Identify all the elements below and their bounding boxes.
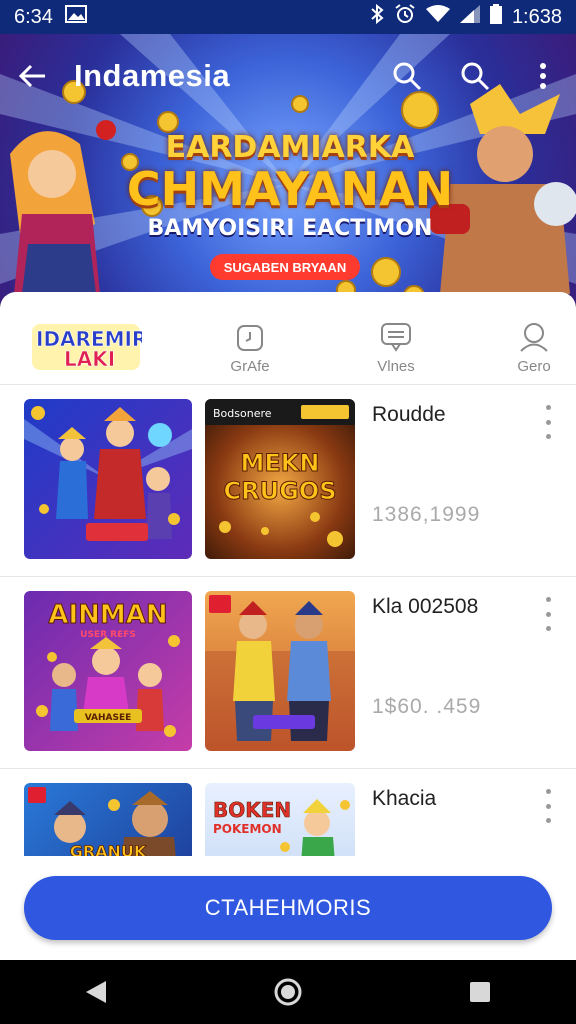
game-thumbnail[interactable]: [24, 399, 192, 559]
thumbnail-header: Bodsonere: [213, 407, 272, 420]
home-circle-icon[interactable]: [268, 972, 308, 1012]
page-title: Indamesia: [74, 58, 231, 93]
game-artwork: [205, 595, 355, 751]
more-vert-icon[interactable]: [540, 597, 556, 631]
image-icon: [64, 5, 87, 29]
hero-headline-1: EARDAMIARKA: [165, 130, 415, 165]
list-item[interactable]: Bodsonere MEKN CRUGOS Roudde 1386,1999: [0, 384, 576, 574]
system-nav-bar: [0, 960, 576, 1024]
clock-badge-icon: [237, 325, 263, 351]
tab-grafe[interactable]: GrAfe: [210, 322, 290, 375]
tab-logo[interactable]: IDAREMIR LAKI: [30, 320, 148, 374]
chat-icon: [381, 323, 411, 352]
status-bar: 6:34 1:638: [0, 0, 576, 34]
game-artwork: AINMAN USER REFS VAHASEE: [36, 600, 180, 737]
tab-bar: IDAREMIR LAKI GrAfe Vlnes Gero: [0, 292, 576, 392]
recents-square-icon[interactable]: [460, 972, 500, 1012]
game-count: 1$60. .459: [372, 695, 482, 718]
more-vert-icon[interactable]: [540, 405, 556, 439]
game-name: Kla 002508: [372, 595, 479, 618]
hero-subheadline: BAMYOISIRI EACTIMON: [147, 216, 433, 241]
game-artwork: [24, 406, 192, 541]
game-thumbnail[interactable]: Bodsonere MEKN CRUGOS: [205, 399, 355, 559]
status-clock: 1:638: [511, 5, 562, 28]
game-name: Khacia: [372, 787, 437, 810]
signal-icon: [459, 5, 480, 29]
cta-container: CTAHEHMORIS: [0, 856, 576, 960]
battery-icon: [489, 4, 502, 30]
status-time: 6:34: [14, 5, 53, 28]
game-count: 1386,1999: [372, 503, 481, 526]
tab-vlnes[interactable]: Vlnes: [356, 322, 436, 375]
bluetooth-icon: [370, 3, 384, 30]
search-icon[interactable]: [390, 59, 424, 93]
wifi-icon: [425, 5, 450, 29]
tab-label: GrAfe: [230, 358, 270, 375]
back-triangle-icon[interactable]: [76, 972, 116, 1012]
hero-headline-2: CHMAYANAN: [126, 162, 454, 216]
app-bar: Indamesia: [0, 34, 576, 118]
game-thumbnail[interactable]: [205, 591, 355, 751]
game-thumbnail[interactable]: AINMAN USER REFS VAHASEE: [24, 591, 192, 751]
more-vert-icon[interactable]: [526, 59, 560, 93]
hero-pill-button[interactable]: SUGABEN BRYAAN: [210, 254, 360, 280]
search-icon[interactable]: [458, 59, 492, 93]
arrow-left-icon[interactable]: [16, 59, 50, 93]
tab-gero[interactable]: Gero: [494, 322, 574, 375]
thumbnail-title-1: MEKN: [241, 449, 320, 477]
thumbnail-title-1: BOKEN: [213, 798, 291, 822]
tab-label: Gero: [517, 358, 551, 375]
game-name: Roudde: [372, 403, 446, 426]
thumbnail-title: AINMAN: [48, 600, 167, 630]
thumbnail-banner: VAHASEE: [85, 713, 132, 723]
tab-logo-text-2: LAKI: [64, 347, 115, 371]
list-item[interactable]: AINMAN USER REFS VAHASEE Kla 002508 1$60…: [0, 576, 576, 766]
primary-cta-button[interactable]: CTAHEHMORIS: [24, 876, 552, 940]
profile-icon: [520, 323, 548, 352]
more-vert-icon[interactable]: [540, 789, 556, 823]
thumbnail-title-2: POKEMON: [213, 822, 282, 836]
tab-label: Vlnes: [377, 358, 415, 375]
hero-banner: Indamesia EARDAMIARKA CHMAYANAN BAMYOISI…: [0, 34, 576, 304]
hero-character-left: [10, 120, 116, 294]
game-artwork: Bodsonere MEKN CRUGOS: [205, 399, 355, 547]
alarm-icon: [394, 4, 416, 30]
thumbnail-title-2: CRUGOS: [224, 477, 337, 505]
